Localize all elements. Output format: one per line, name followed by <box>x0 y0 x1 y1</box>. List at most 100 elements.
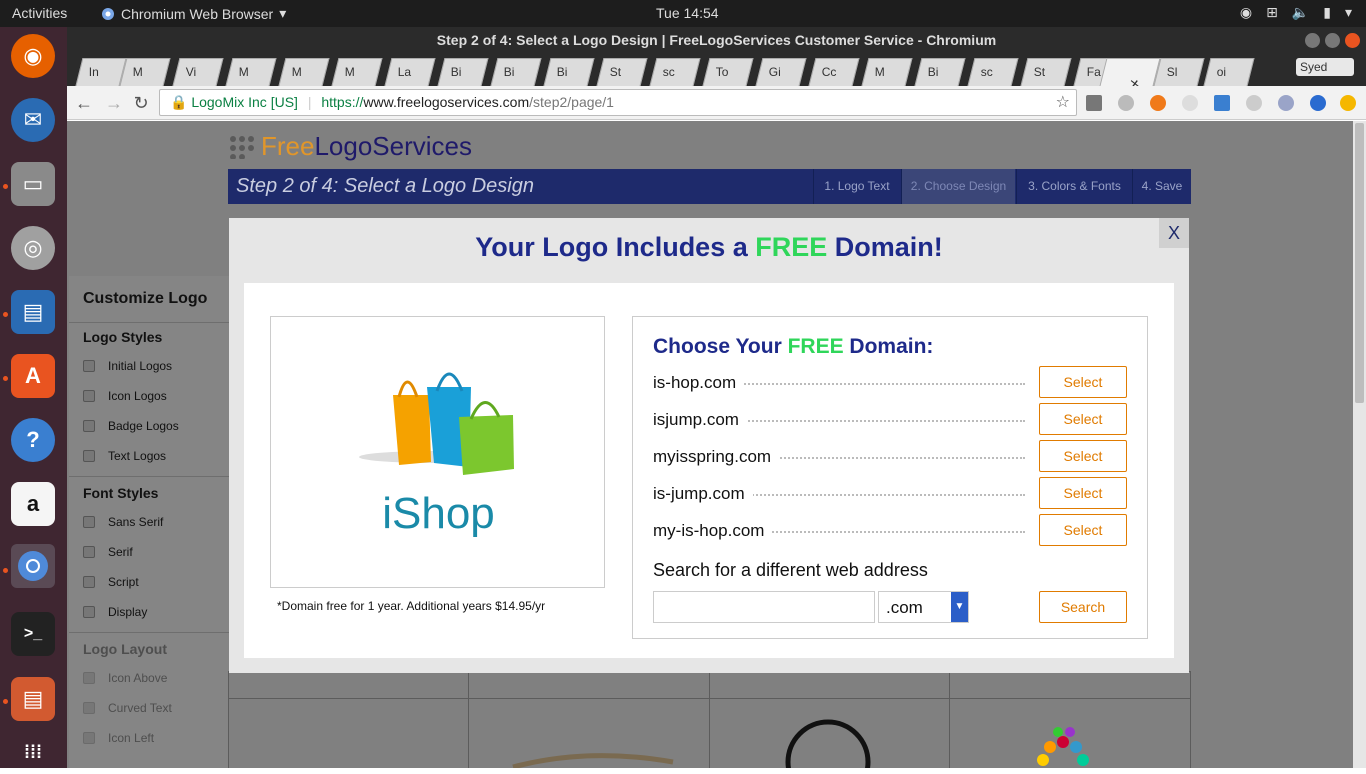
back-button[interactable]: ← <box>73 92 95 114</box>
extension-icon[interactable] <box>1310 95 1326 111</box>
domain-search-input[interactable] <box>653 591 875 623</box>
maximize-button[interactable] <box>1325 33 1340 48</box>
minimize-button[interactable] <box>1305 33 1320 48</box>
select-domain-button[interactable]: Select <box>1039 403 1127 435</box>
tab[interactable]: St <box>596 58 648 86</box>
checkbox[interactable] <box>83 546 95 558</box>
select-domain-button[interactable]: Select <box>1039 440 1127 472</box>
files-icon[interactable]: ▭ <box>11 162 55 206</box>
checkbox[interactable] <box>83 702 95 714</box>
tab[interactable]: Cc <box>808 58 860 86</box>
tab[interactable]: Bi <box>437 58 489 86</box>
alert-icon[interactable] <box>1340 95 1356 111</box>
forward-button[interactable]: → <box>103 92 125 114</box>
filter-option[interactable]: Icon Left <box>69 723 229 753</box>
tab[interactable]: M <box>225 58 277 86</box>
logo-thumbnail-image[interactable] <box>1028 712 1098 768</box>
search-button[interactable]: Search <box>1039 591 1127 623</box>
tab[interactable]: St <box>1020 58 1072 86</box>
address-bar[interactable]: 🔒 LogoMix Inc [US] | https://www.freelog… <box>159 89 1077 116</box>
shield-icon[interactable] <box>1278 95 1294 111</box>
checkbox[interactable] <box>83 360 95 372</box>
tab[interactable]: Vi <box>172 58 224 86</box>
tab[interactable]: sc <box>649 58 701 86</box>
bookmark-star-icon[interactable]: ☆ <box>1056 90 1070 115</box>
checkbox[interactable] <box>83 732 95 744</box>
tab[interactable]: Bi <box>543 58 595 86</box>
tab-active[interactable]: ✕ <box>1099 58 1161 86</box>
site-logo[interactable]: FreeLogoServices <box>261 131 472 162</box>
logo-thumbnail-image[interactable] <box>508 727 678 768</box>
network-icon[interactable]: ⊞ <box>1266 4 1278 21</box>
clock[interactable]: Tue 14:54 <box>656 5 719 21</box>
select-domain-button[interactable]: Select <box>1039 366 1127 398</box>
filter-option[interactable]: Script <box>69 567 229 597</box>
extension-icon[interactable] <box>1086 95 1102 111</box>
checkbox[interactable] <box>83 516 95 528</box>
activities-button[interactable]: Activities <box>12 5 67 21</box>
rhythmbox-icon[interactable]: ◎ <box>11 226 55 270</box>
power-menu-icon[interactable]: ▾ <box>1345 4 1352 21</box>
security-chip[interactable]: LogoMix Inc [US] <box>191 94 298 110</box>
tab[interactable]: La <box>384 58 436 86</box>
step-logo-text[interactable]: 1. Logo Text <box>813 169 900 204</box>
select-domain-button[interactable]: Select <box>1039 477 1127 509</box>
chromium-dock-icon[interactable] <box>11 544 55 588</box>
writer-icon[interactable]: ▤ <box>11 290 55 334</box>
scrollbar-thumb[interactable] <box>1355 123 1364 403</box>
checkbox[interactable] <box>83 420 95 432</box>
dropdown-arrow-icon[interactable]: ▼ <box>951 592 968 622</box>
logo-thumbnail-image[interactable] <box>778 707 878 768</box>
filter-option[interactable]: Serif <box>69 537 229 567</box>
checkbox[interactable] <box>83 672 95 684</box>
chromium-tray-icon[interactable]: ◉ <box>1240 4 1252 21</box>
reload-button[interactable]: ↻ <box>130 92 152 114</box>
tab[interactable]: sc <box>967 58 1019 86</box>
lock-icon[interactable]: 🔒 <box>170 94 187 110</box>
step-colors-fonts[interactable]: 3. Colors & Fonts <box>1016 169 1132 204</box>
filter-option[interactable]: Display <box>69 597 229 627</box>
tab[interactable]: Gi <box>755 58 807 86</box>
step-choose-design[interactable]: 2. Choose Design <box>901 169 1015 204</box>
filter-option[interactable]: Badge Logos <box>69 411 229 441</box>
impress-icon[interactable]: ▤ <box>11 677 55 721</box>
checkbox[interactable] <box>83 450 95 462</box>
tab[interactable]: In <box>75 58 127 86</box>
tab-close-icon[interactable]: ✕ <box>1109 71 1158 86</box>
filter-option[interactable]: Text Logos <box>69 441 229 471</box>
checkbox[interactable] <box>83 606 95 618</box>
terminal-icon[interactable]: >_ <box>11 612 55 656</box>
software-center-icon[interactable]: A <box>11 354 55 398</box>
filter-option[interactable]: Icon Logos <box>69 381 229 411</box>
tab[interactable]: oi <box>1203 58 1255 86</box>
filter-option[interactable]: Icon Above <box>69 663 229 693</box>
tab[interactable]: M <box>331 58 383 86</box>
firefox-icon[interactable]: ◉ <box>11 34 55 78</box>
battery-icon[interactable]: ▮ <box>1323 4 1331 21</box>
help-icon[interactable]: ? <box>11 418 55 462</box>
thunderbird-icon[interactable]: ✉ <box>11 98 55 142</box>
tab[interactable]: M <box>278 58 330 86</box>
page-scrollbar[interactable] <box>1353 121 1366 768</box>
tab[interactable]: To <box>702 58 754 86</box>
amazon-icon[interactable]: a <box>11 482 55 526</box>
select-domain-button[interactable]: Select <box>1039 514 1127 546</box>
filter-option[interactable]: Sans Serif <box>69 507 229 537</box>
tab[interactable]: Bi <box>914 58 966 86</box>
app-grid-icon[interactable]: ⁞⁞⁞ <box>11 730 55 774</box>
extension-icon[interactable] <box>1182 95 1198 111</box>
extension-icon[interactable] <box>1246 95 1262 111</box>
extension-icon[interactable] <box>1118 95 1134 111</box>
profile-button[interactable]: Syed <box>1296 58 1354 76</box>
tab[interactable]: M <box>119 58 171 86</box>
app-menu[interactable]: Chromium Web Browser ▾ <box>101 5 286 22</box>
tab[interactable]: Bi <box>490 58 542 86</box>
extension-icon[interactable] <box>1214 95 1230 111</box>
close-window-button[interactable] <box>1345 33 1360 48</box>
tab[interactable]: M <box>861 58 913 86</box>
system-tray[interactable]: ◉ ⊞ 🔈 ▮ ▾ <box>1240 4 1352 21</box>
step-save[interactable]: 4. Save <box>1132 169 1191 204</box>
filter-option[interactable]: Curved Text <box>69 693 229 723</box>
tab[interactable]: Sl <box>1153 58 1205 86</box>
extension-icon[interactable] <box>1150 95 1166 111</box>
